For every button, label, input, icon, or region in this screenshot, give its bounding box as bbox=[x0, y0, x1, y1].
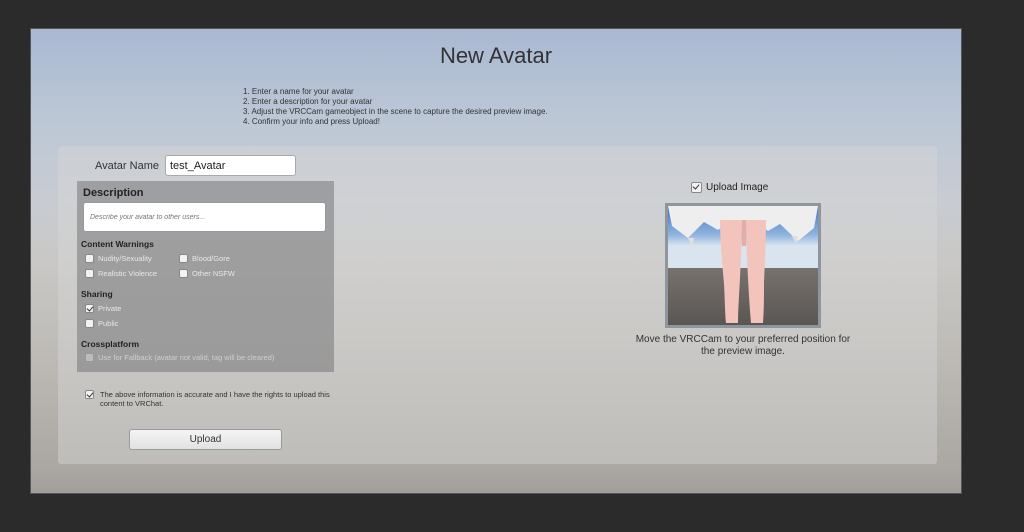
description-input[interactable] bbox=[83, 202, 326, 232]
description-header: Description bbox=[83, 187, 144, 199]
checkbox[interactable] bbox=[85, 254, 94, 263]
checkbox-label: Public bbox=[98, 319, 119, 328]
checkbox-label: Blood/Gore bbox=[192, 254, 230, 263]
upload-image-checkbox[interactable] bbox=[691, 182, 702, 193]
sharing-private-option[interactable]: Private bbox=[85, 304, 121, 313]
content-warnings-header: Content Warnings bbox=[81, 239, 154, 249]
checkbox bbox=[85, 353, 94, 362]
upload-button[interactable]: Upload bbox=[129, 429, 282, 450]
checkbox[interactable] bbox=[179, 269, 188, 278]
scene-viewport: New Avatar 1. Enter a name for your avat… bbox=[30, 28, 962, 494]
checkbox[interactable] bbox=[179, 254, 188, 263]
checkbox[interactable] bbox=[85, 319, 94, 328]
warning-blood-option[interactable]: Blood/Gore bbox=[179, 254, 230, 263]
confirm-checkbox[interactable] bbox=[85, 390, 94, 399]
crossplatform-header: Crossplatform bbox=[81, 339, 140, 349]
preview-image bbox=[665, 203, 821, 328]
checkbox[interactable] bbox=[85, 304, 94, 313]
avatar-name-label: Avatar Name bbox=[95, 159, 159, 172]
confirm-rights-option[interactable]: The above information is accurate and I … bbox=[85, 390, 332, 408]
checkbox[interactable] bbox=[85, 269, 94, 278]
instruction-step: 2. Enter a description for your avatar bbox=[243, 97, 373, 106]
upload-image-label: Upload Image bbox=[706, 182, 769, 193]
instruction-step: 4. Confirm your info and press Upload! bbox=[243, 117, 380, 126]
confirm-text: The above information is accurate and I … bbox=[100, 390, 330, 408]
upload-panel: Avatar Name Description Content Warnings… bbox=[58, 146, 937, 464]
avatar-preview-icon bbox=[668, 206, 818, 325]
warning-nudity-option[interactable]: Nudity/Sexuality bbox=[85, 254, 152, 263]
page-title: New Avatar bbox=[439, 43, 553, 68]
checkbox-label: Private bbox=[98, 304, 122, 313]
checkbox-label: Other NSFW bbox=[192, 269, 235, 278]
avatar-name-row: Avatar Name bbox=[95, 155, 296, 176]
preview-caption: Move the VRCCam to your preferred positi… bbox=[635, 334, 851, 357]
warning-nsfw-option[interactable]: Other NSFW bbox=[179, 269, 235, 278]
sharing-header: Sharing bbox=[81, 289, 113, 299]
fallback-option: Use for Fallback (avatar not valid, tag … bbox=[85, 353, 274, 362]
checkbox-label: Use for Fallback (avatar not valid, tag … bbox=[98, 353, 275, 362]
avatar-name-input[interactable] bbox=[165, 155, 296, 176]
instructions: 1. Enter a name for your avatar 2. Enter… bbox=[243, 87, 548, 127]
warning-violence-option[interactable]: Realistic Violence bbox=[85, 269, 157, 278]
checkbox-label: Nudity/Sexuality bbox=[98, 254, 152, 263]
sharing-public-option[interactable]: Public bbox=[85, 319, 118, 328]
instruction-step: 1. Enter a name for your avatar bbox=[243, 87, 354, 96]
instruction-step: 3. Adjust the VRCCam gameobject in the s… bbox=[243, 107, 548, 116]
upload-image-option[interactable]: Upload Image bbox=[691, 182, 768, 193]
description-section: Description Content Warnings Nudity/Sexu… bbox=[77, 181, 334, 372]
checkbox-label: Realistic Violence bbox=[98, 269, 158, 278]
